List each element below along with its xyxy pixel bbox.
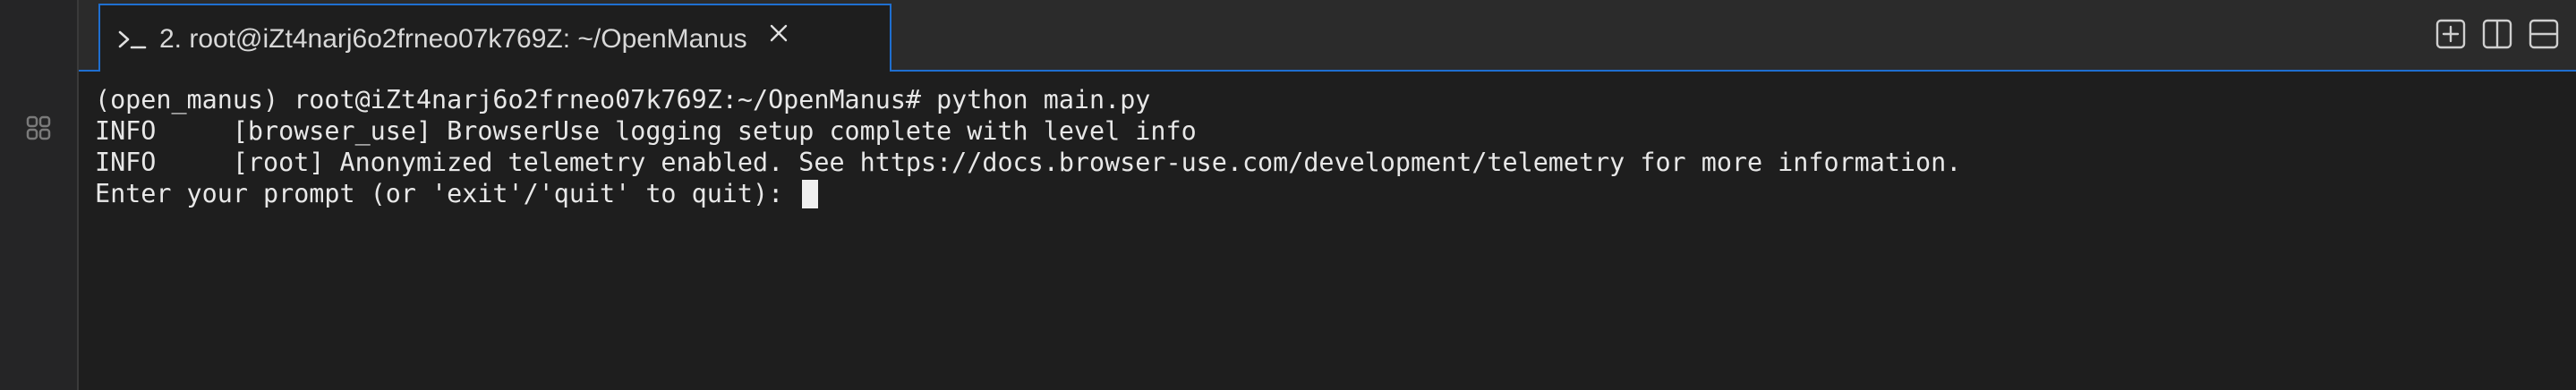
prompt-icon <box>118 27 149 52</box>
terminal-app: 2. root@iZt4narj6o2frneo07k769Z: ~/OpenM… <box>0 0 2576 390</box>
terminal-output[interactable]: (open_manus) root@iZt4narj6o2frneo07k769… <box>79 72 2576 390</box>
terminal-line: (open_manus) root@iZt4narj6o2frneo07k769… <box>95 84 2576 115</box>
terminal-line: INFO [root] Anonymized telemetry enabled… <box>95 147 2576 178</box>
terminal-line-text: Enter your prompt (or 'exit'/'quit' to q… <box>95 179 799 208</box>
terminal-line: INFO [browser_use] BrowserUse logging se… <box>95 115 2576 147</box>
close-icon[interactable] <box>767 21 790 45</box>
activity-extensions-button[interactable] <box>18 107 59 148</box>
activity-bar <box>0 0 2576 390</box>
tab-title: 2. root@iZt4narj6o2frneo07k769Z: ~/OpenM… <box>159 24 747 54</box>
split-vertical-icon[interactable] <box>2481 18 2513 50</box>
terminal-prompt-line[interactable]: Enter your prompt (or 'exit'/'quit' to q… <box>95 178 2576 209</box>
tab-terminal-session[interactable]: 2. root@iZt4narj6o2frneo07k769Z: ~/OpenM… <box>98 4 891 73</box>
terminal-line-text: (open_manus) root@iZt4narj6o2frneo07k769… <box>95 85 1151 114</box>
extensions-icon <box>26 115 51 140</box>
terminal-line-text: INFO [browser_use] BrowserUse logging se… <box>95 116 1197 146</box>
plus-square-icon[interactable] <box>2435 18 2467 50</box>
terminal-line-text: INFO [root] Anonymized telemetry enabled… <box>95 148 1962 177</box>
text-cursor <box>802 179 819 208</box>
tab-actions <box>2435 18 2560 50</box>
split-horizontal-icon[interactable] <box>2528 18 2560 50</box>
tab-bar: 2. root@iZt4narj6o2frneo07k769Z: ~/OpenM… <box>79 0 2576 73</box>
